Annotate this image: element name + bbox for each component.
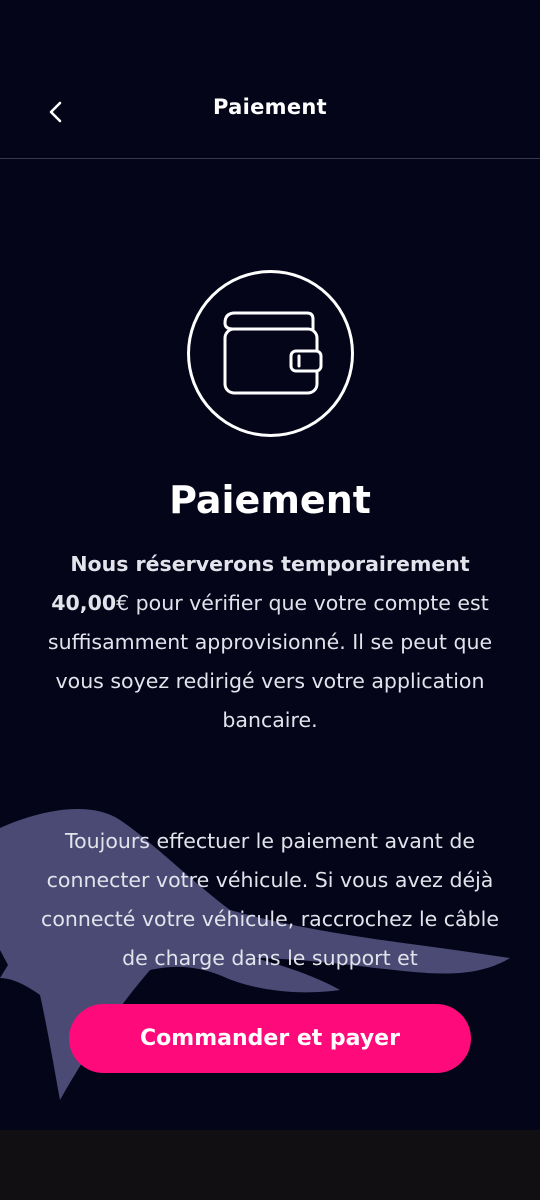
header-title: Paiement	[213, 95, 327, 119]
reservation-notice: Nous réserverons temporairement 40,00€ p…	[40, 545, 500, 740]
top-bar: Paiement	[0, 0, 540, 159]
wallet-icon-circle	[187, 270, 354, 437]
system-navigation-bar	[0, 1130, 540, 1200]
wallet-icon	[223, 311, 322, 394]
payment-screen: Paiement Paiement Nous réserverons tempo…	[0, 0, 540, 1130]
order-and-pay-button[interactable]: Commander et payer	[69, 1004, 471, 1073]
page-title: Paiement	[169, 478, 371, 522]
connection-instructions: Toujours effectuer le paiement avant de …	[41, 829, 499, 970]
